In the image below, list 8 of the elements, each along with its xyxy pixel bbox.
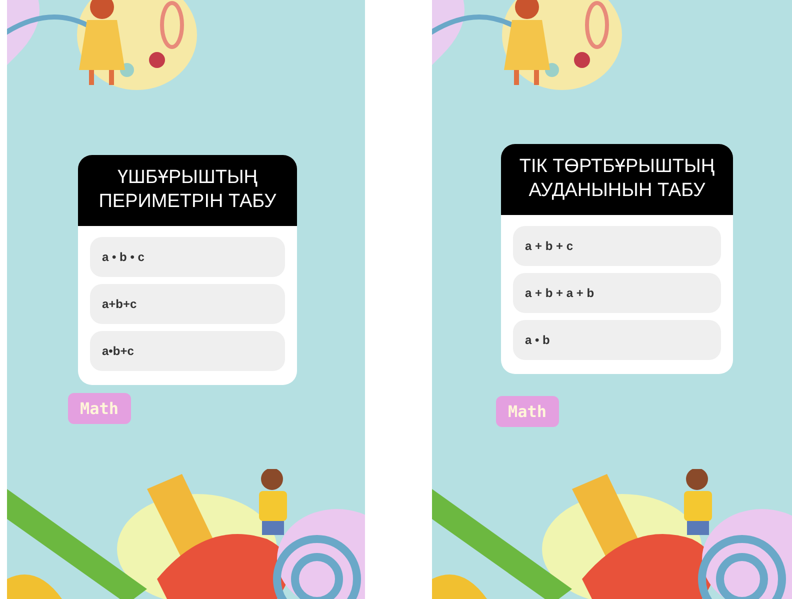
answer-option[interactable]: a+b+c [90, 284, 285, 324]
answer-option[interactable]: a + b + a + b [513, 273, 721, 313]
quiz-title: ТІК ТӨРТБҰРЫШТЫҢ АУДАНЫНЫН ТАБУ [501, 144, 733, 215]
answer-option[interactable]: a • b • c [90, 237, 285, 277]
answer-option[interactable]: a + b + c [513, 226, 721, 266]
answer-option[interactable]: a • b [513, 320, 721, 360]
answer-option[interactable]: a•b+c [90, 331, 285, 371]
quiz-title: ҮШБҰРЫШТЫҢ ПЕРИМЕТРІН ТАБУ [78, 155, 297, 226]
